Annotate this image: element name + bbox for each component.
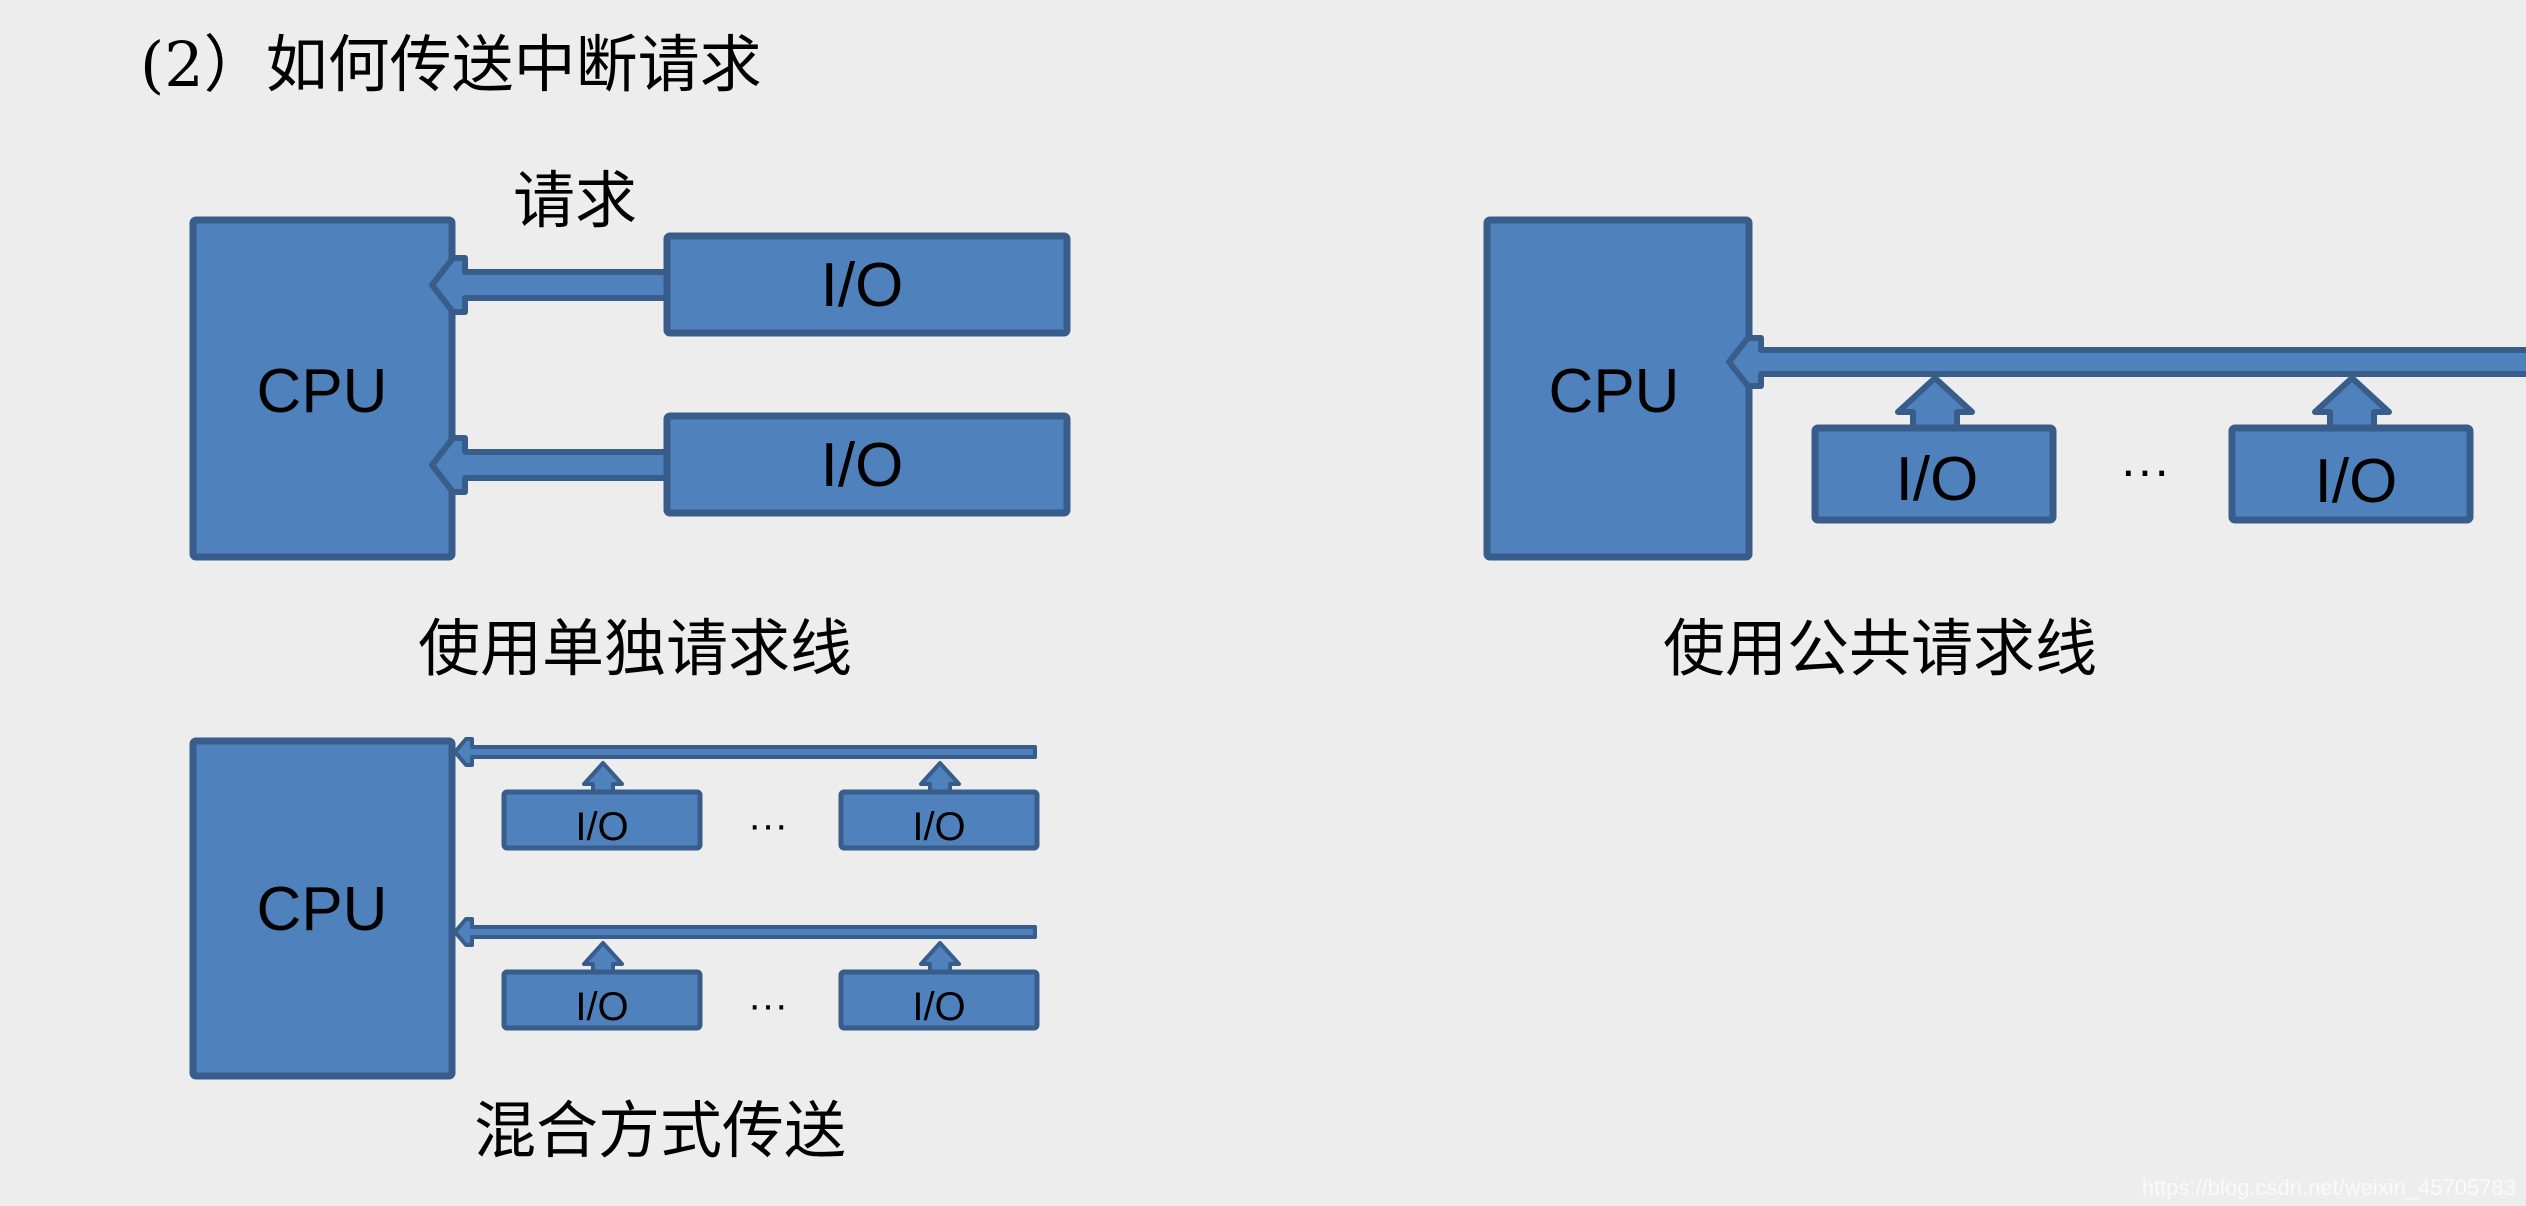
row-1-up-arrow-1 [582,761,624,794]
caption-mixed: 混合方式传送 [474,1094,846,1167]
interrupt-request-diagram: (2）如何传送中断请求 CPU 请求 I/O I/O 使用单独请求线 CPU I… [140,28,2526,1200]
row-1-io-label-2: I/O [912,805,965,849]
caption-shared: 使用公共请求线 [1663,612,2097,685]
watermark: https://blog.csdn.net/weixin_45705783 [2142,1175,2516,1200]
io-label-2: I/O [821,431,904,500]
row-2-up-arrow-2 [919,941,961,974]
cpu-label: CPU [257,875,388,944]
row-2-io-label-1: I/O [575,985,628,1029]
row-1-io-label-1: I/O [575,805,628,849]
row-2-ellipsis: ··· [748,983,788,1027]
diagram-separate-lines: CPU 请求 I/O I/O 使用单独请求线 [189,164,1071,685]
row-1-ellipsis: ··· [748,803,788,847]
ellipsis: ··· [2120,442,2170,498]
diagram-mixed: CPU I/O ··· I/O I/O ··· I/O 混合方式传送 [189,737,1040,1167]
row-2-request-bus [453,917,1037,947]
row-1-request-bus [453,737,1037,767]
io-label-1: I/O [821,251,904,320]
cpu-label: CPU [257,357,388,426]
row-2-up-arrow-1 [582,941,624,974]
mixed-row-1: I/O ··· I/O [453,737,1040,851]
slide-title: (2）如何传送中断请求 [140,28,762,101]
diagram-shared-line: CPU I/O ··· I/O 使用公共请求线 [1483,216,2526,685]
shared-request-bus [1726,335,2526,389]
up-arrow-1 [1895,375,1975,431]
request-label: 请求 [513,164,637,237]
io-label-1: I/O [1896,445,1979,514]
caption-separate: 使用单独请求线 [418,612,852,685]
up-arrow-2 [2312,375,2392,431]
row-1-up-arrow-2 [919,761,961,794]
mixed-row-2: I/O ··· I/O [453,917,1040,1031]
cpu-label: CPU [1549,357,1680,426]
io-label-2: I/O [2315,447,2398,516]
row-2-io-label-2: I/O [912,985,965,1029]
